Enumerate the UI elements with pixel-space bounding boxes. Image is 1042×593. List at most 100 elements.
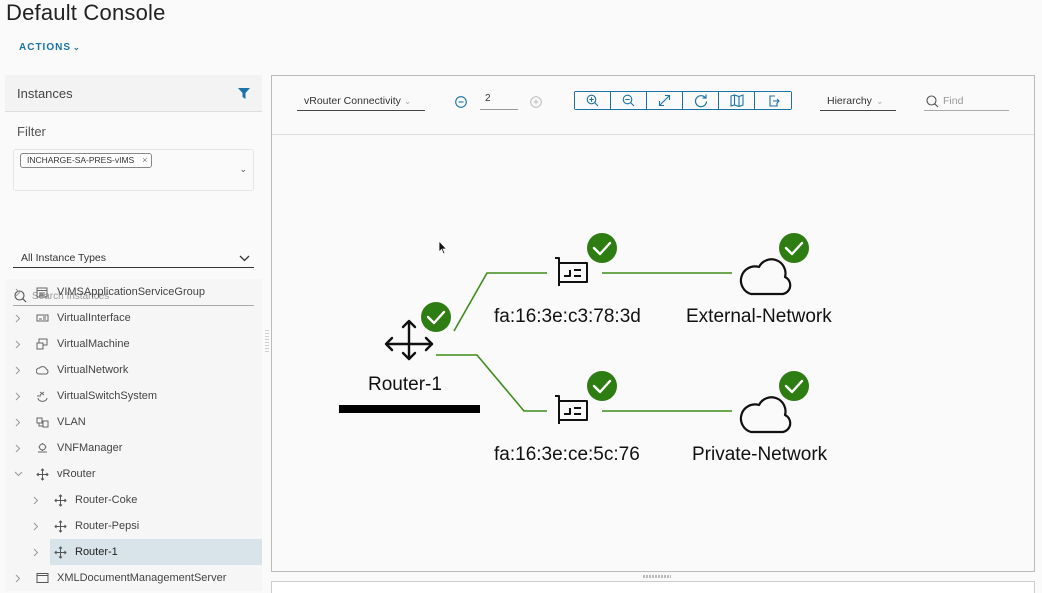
chevron-down-icon[interactable] xyxy=(13,471,23,477)
cloud-icon xyxy=(35,363,49,377)
chevron-right-icon[interactable] xyxy=(13,340,23,349)
external-network-node[interactable] xyxy=(739,258,792,296)
actions-menu-button[interactable]: ACTIONS ⌄ xyxy=(19,42,81,53)
chevron-right-icon[interactable] xyxy=(13,392,23,401)
tree-item-virtualinterface[interactable]: VirtualInterface xyxy=(5,305,262,331)
cloud-icon xyxy=(739,258,792,296)
map-icon xyxy=(729,94,744,107)
zoom-out-button[interactable] xyxy=(611,92,647,109)
router-icon xyxy=(35,467,49,481)
tree-item-label: VirtualInterface xyxy=(57,312,131,324)
layout-select[interactable]: Hierarchy ⌄ xyxy=(820,92,896,111)
chevron-right-icon[interactable] xyxy=(13,574,23,583)
tree-item-router-coke[interactable]: Router-Coke xyxy=(5,487,262,513)
chip-remove-icon[interactable]: × xyxy=(142,154,147,167)
tree-item-vrouter[interactable]: vRouter xyxy=(5,461,262,487)
interface-2-label: fa:16:3e:ce:5c:76 xyxy=(494,444,640,465)
layout-select-value: Hierarchy xyxy=(827,95,872,107)
instances-header: Instances xyxy=(5,75,262,112)
chevron-right-icon[interactable] xyxy=(31,522,41,531)
external-network-label: External-Network xyxy=(686,306,832,327)
private-network-node[interactable] xyxy=(739,396,792,434)
filter-chip: INCHARGE-SA-PRES-vIMS × xyxy=(20,153,153,168)
topology-graph xyxy=(339,233,809,434)
switch-icon xyxy=(35,389,49,403)
tree-item-label: VIMSApplicationServiceGroup xyxy=(57,286,205,298)
zoom-out-icon xyxy=(622,94,635,107)
decrease-level-button[interactable] xyxy=(455,96,467,108)
view-controls xyxy=(574,91,792,110)
tree-item-label: XMLDocumentManagementServer xyxy=(57,572,227,584)
tree-item-vnfmanager[interactable]: VNFManager xyxy=(5,435,262,461)
zoom-in-button[interactable] xyxy=(575,92,611,109)
expand-icon xyxy=(658,94,671,107)
actions-label: ACTIONS xyxy=(19,42,71,53)
link-router-interface-2[interactable] xyxy=(436,354,547,412)
tree-item-label: VNFManager xyxy=(57,442,123,454)
chevron-right-icon[interactable] xyxy=(31,548,41,557)
chevron-right-icon[interactable] xyxy=(13,444,23,453)
tree-item-vimsapplicationservicegroup[interactable]: VIMSApplicationServiceGroup xyxy=(5,279,262,305)
filter-section: Filter INCHARGE-SA-PRES-vIMS × ⌄ All Ins… xyxy=(5,112,262,306)
window-icon xyxy=(35,571,49,585)
external-network-status-icon xyxy=(779,233,809,263)
instance-type-select[interactable]: All Instance Types xyxy=(13,248,254,268)
search-icon xyxy=(926,94,939,107)
filter-chip-label: INCHARGE-SA-PRES-vIMS xyxy=(27,155,135,165)
tree-item-label: Router-Pepsi xyxy=(75,520,140,532)
tree-item-router-1[interactable]: Router-1 xyxy=(33,539,262,565)
router-node[interactable] xyxy=(339,319,480,413)
chevron-down-icon: ⌄ xyxy=(403,96,412,106)
chevron-down-icon: ⌄ xyxy=(73,43,81,52)
refresh-icon xyxy=(694,94,707,107)
chevron-right-icon[interactable] xyxy=(13,288,23,297)
instances-title: Instances xyxy=(17,85,73,101)
gear-cloud-icon xyxy=(35,441,49,455)
topology-toolbar: vRouter Connectivity ⌄ 2 Hierarchy ⌄ xyxy=(272,76,1034,135)
tree-item-virtualmachine[interactable]: VirtualMachine xyxy=(5,331,262,357)
topology-canvas[interactable]: Router-1 fa:16:3e:c3:78:3d External-Netw… xyxy=(272,136,1034,571)
private-network-status-icon xyxy=(779,371,809,401)
interface-node-1[interactable] xyxy=(555,257,588,286)
horizontal-splitter-handle[interactable] xyxy=(643,575,671,578)
interface-1-status-icon xyxy=(587,233,617,263)
chevron-right-icon[interactable] xyxy=(31,496,41,505)
fit-to-screen-button[interactable] xyxy=(647,92,683,109)
router-icon xyxy=(53,545,67,559)
view-select-value: vRouter Connectivity xyxy=(304,95,401,107)
mouse-cursor-icon xyxy=(438,240,448,255)
instance-tree: VIMSApplicationServiceGroup VirtualInterf… xyxy=(5,279,262,591)
view-select[interactable]: vRouter Connectivity ⌄ xyxy=(297,92,425,111)
filter-icon[interactable] xyxy=(238,87,250,99)
tree-item-vlan[interactable]: VLAN xyxy=(5,409,262,435)
tree-item-router-pepsi[interactable]: Router-Pepsi xyxy=(5,513,262,539)
interface-node-2[interactable] xyxy=(555,395,588,424)
router-status-icon xyxy=(421,302,451,332)
level-input[interactable]: 2 xyxy=(480,92,518,110)
tree-item-virtualnetwork[interactable]: VirtualNetwork xyxy=(5,357,262,383)
export-button[interactable] xyxy=(755,92,791,109)
chevron-down-icon: ⌄ xyxy=(875,96,884,106)
zoom-in-icon xyxy=(586,94,599,107)
filter-input[interactable]: INCHARGE-SA-PRES-vIMS × ⌄ xyxy=(13,149,254,191)
chevron-down-icon[interactable]: ⌄ xyxy=(239,164,247,175)
increase-level-button[interactable] xyxy=(530,96,542,108)
private-network-label: Private-Network xyxy=(692,444,828,465)
tree-item-xmldocumentmanagementserver[interactable]: XMLDocumentManagementServer xyxy=(5,565,262,591)
chevron-right-icon[interactable] xyxy=(13,314,23,323)
export-icon xyxy=(769,94,780,107)
refresh-button[interactable] xyxy=(683,92,719,109)
chevron-down-icon xyxy=(239,255,250,262)
tree-item-label: VirtualMachine xyxy=(57,338,130,350)
map-button[interactable] xyxy=(719,92,755,109)
tree-item-label: VirtualSwitchSystem xyxy=(57,390,158,402)
tree-item-label: Router-1 xyxy=(75,546,118,558)
chevron-right-icon[interactable] xyxy=(13,366,23,375)
vertical-splitter-handle[interactable] xyxy=(265,330,269,354)
vlan-icon xyxy=(35,415,49,429)
virtual-machine-icon xyxy=(35,337,49,351)
tree-item-virtualswitchsystem[interactable]: VirtualSwitchSystem xyxy=(5,383,262,409)
find-input[interactable] xyxy=(943,95,1003,107)
chevron-right-icon[interactable] xyxy=(13,418,23,427)
find-field[interactable] xyxy=(924,92,1009,111)
